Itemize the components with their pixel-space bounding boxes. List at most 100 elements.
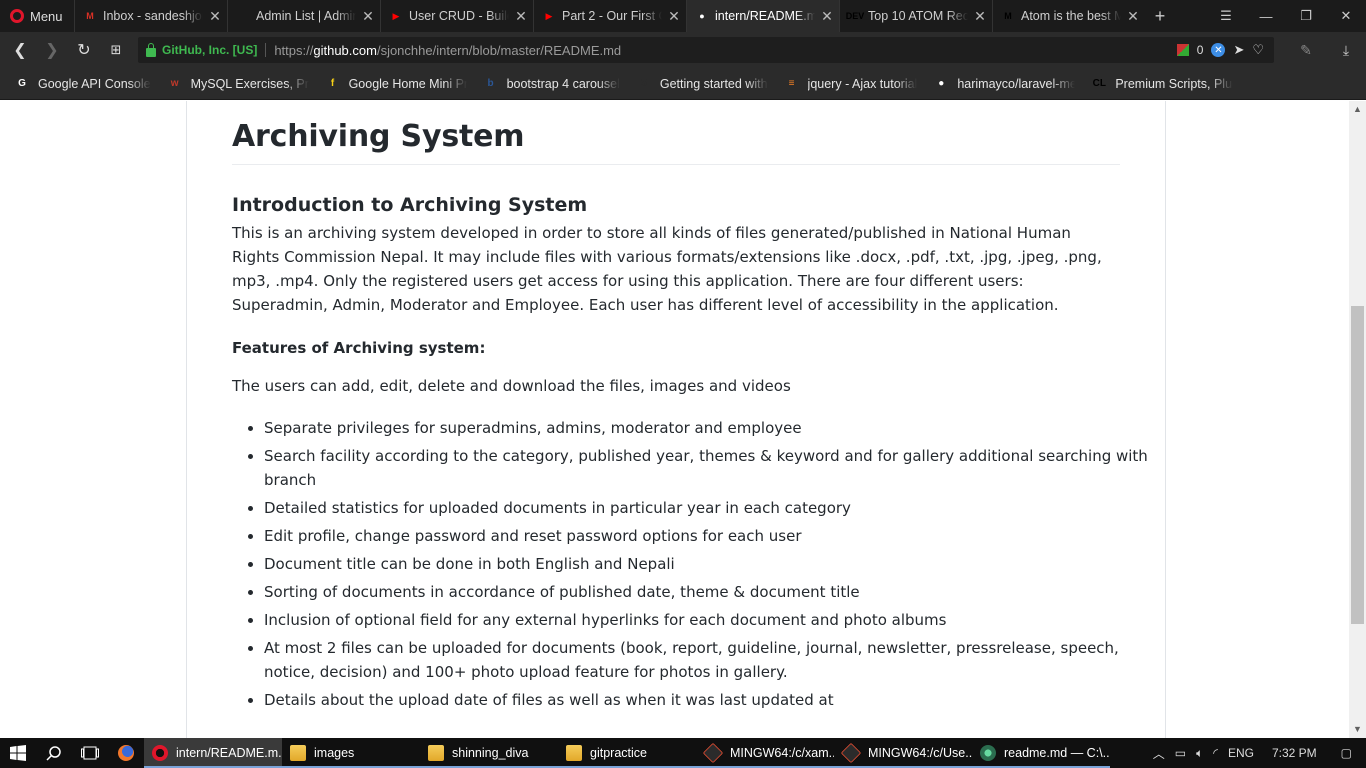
folder-icon <box>566 745 582 761</box>
show-hidden-icons-icon[interactable]: ︿ <box>1153 745 1165 762</box>
tab-strip: Menu M Inbox - sandeshjon ✕ Admin List | Ad… <box>0 0 1366 32</box>
taskbar-app[interactable]: shinning_diva <box>420 738 558 768</box>
browser-tab[interactable]: M Atom is the best M ✕ <box>992 0 1145 32</box>
url-host: github.com <box>313 42 377 58</box>
git-bash-icon <box>840 742 862 764</box>
browser-tab[interactable]: ● intern/README.md ✕ <box>686 0 839 32</box>
tab-title: User CRUD - Build <box>409 9 509 23</box>
adblock-icon[interactable]: ✕ <box>1211 43 1226 57</box>
send-icon[interactable]: ➤ <box>1233 42 1244 58</box>
restore-button[interactable]: ❐ <box>1286 0 1326 32</box>
reload-button[interactable]: ↻ <box>68 32 100 68</box>
youtube-icon: ▶ <box>392 10 400 21</box>
firefox-icon[interactable] <box>108 738 144 768</box>
speed-dial-icon[interactable]: ⊞ <box>100 32 132 68</box>
close-tab-icon[interactable]: ✕ <box>974 8 986 25</box>
readme-subtitle: Introduction to Archiving System <box>232 194 588 216</box>
notifications-icon[interactable]: ▢ <box>1341 746 1352 760</box>
browser-tab[interactable]: ▶ User CRUD - Build ✕ <box>380 0 533 32</box>
github-icon: ● <box>699 11 705 21</box>
feature-list-item: Detailed statistics for uploaded documen… <box>264 496 1152 520</box>
browser-tab[interactable]: M Inbox - sandeshjon ✕ <box>74 0 227 32</box>
five-icon: 5 <box>641 78 647 89</box>
opera-menu-button[interactable]: Menu <box>0 0 74 32</box>
scroll-up-arrow-icon[interactable]: ▲ <box>1349 101 1366 118</box>
certificate-label[interactable]: GitHub, Inc. [US] <box>162 43 267 57</box>
taskbar-app-label: MINGW64:/c/Use... <box>868 746 972 760</box>
bookmark-item[interactable]: ≡ jquery - Ajax tutorial <box>784 76 918 92</box>
bookmark-label: Google Home Mini Pr <box>348 76 467 91</box>
bookmark-item[interactable]: w MySQL Exercises, Pra <box>167 76 309 92</box>
folder-icon <box>290 745 306 761</box>
minimize-button[interactable]: — <box>1246 0 1286 32</box>
feature-list-item: At most 2 files can be uploaded for docu… <box>264 636 1152 684</box>
taskbar-app[interactable]: images <box>282 738 420 768</box>
readme-intro-paragraph: This is an archiving system developed in… <box>232 224 1102 314</box>
close-window-button[interactable]: ✕ <box>1326 0 1366 32</box>
feature-list-item: Search facility according to the categor… <box>264 444 1152 492</box>
close-tab-icon[interactable]: ✕ <box>821 8 833 25</box>
pen-icon[interactable]: ✎ <box>1286 42 1326 59</box>
taskbar-app[interactable]: intern/README.m... <box>144 738 282 768</box>
volume-icon[interactable]: 🔈︎ <box>1196 746 1203 761</box>
taskbar-app[interactable]: MINGW64:/c/Use... <box>834 738 972 768</box>
wifi-icon[interactable]: ◜ <box>1213 746 1218 760</box>
new-tab-button[interactable]: + <box>1145 6 1175 27</box>
system-tray: ︿ ▭ 🔈︎ ◜ ENG 7:32 PM ▢ <box>1153 745 1366 762</box>
document-icon <box>236 9 250 23</box>
browser-tab[interactable]: DEV Top 10 ATOM Reco ✕ <box>839 0 992 32</box>
github-icon: ● <box>938 78 945 89</box>
opera-logo-icon <box>10 9 24 23</box>
close-tab-icon[interactable]: ✕ <box>668 8 680 25</box>
clock[interactable]: 7:32 PM <box>1272 746 1317 760</box>
scrollbar-thumb[interactable] <box>1351 306 1364 624</box>
taskbar-app-label: shinning_diva <box>452 746 529 760</box>
feature-list-item: Details about the upload date of files a… <box>264 688 1152 712</box>
bookmark-item[interactable]: ● harimayco/laravel-me <box>933 76 1075 92</box>
power-icon[interactable]: ▭ <box>1175 746 1186 760</box>
bookmark-item[interactable]: b bootstrap 4 carousel <box>483 76 620 92</box>
medium-icon: M <box>1004 11 1012 21</box>
readme-container: Archiving System Introduction to Archivi… <box>186 101 1166 738</box>
download-icon[interactable]: ⤓ <box>1326 42 1366 59</box>
dev-icon: DEV <box>845 11 865 21</box>
bookmark-item[interactable]: f Google Home Mini Pr <box>325 76 467 92</box>
bookmark-item[interactable]: CL Premium Scripts, Plug <box>1091 76 1234 92</box>
taskbar-app[interactable]: readme.md — C:\... <box>972 738 1110 768</box>
heart-icon[interactable]: ♡ <box>1252 42 1264 58</box>
close-tab-icon[interactable]: ✕ <box>362 8 374 25</box>
browser-tab[interactable]: Admin List | Admin ✕ <box>227 0 380 32</box>
windows-start-icon[interactable] <box>0 738 36 768</box>
vertical-scrollbar[interactable]: ▲ ▼ <box>1349 101 1366 738</box>
atom-icon <box>980 745 996 761</box>
extension-cube-icon[interactable] <box>1176 44 1189 56</box>
close-tab-icon[interactable]: ✕ <box>515 8 527 25</box>
taskbar-app[interactable]: gitpractice <box>558 738 696 768</box>
search-icon[interactable] <box>36 738 72 768</box>
features-intro: The users can add, edit, delete and down… <box>232 377 791 395</box>
url-protocol: https:// <box>274 42 314 58</box>
feature-list-item: Sorting of documents in accordance of pu… <box>264 580 1152 604</box>
close-tab-icon[interactable]: ✕ <box>1127 8 1139 25</box>
windows-taskbar: intern/README.m... images shinning_diva git… <box>0 738 1366 768</box>
taskbar-app-label: images <box>314 746 355 760</box>
scroll-down-arrow-icon[interactable]: ▼ <box>1349 721 1366 738</box>
language-indicator[interactable]: ENG <box>1228 746 1254 760</box>
close-tab-icon[interactable]: ✕ <box>209 8 221 25</box>
lock-icon <box>146 42 156 57</box>
tab-menu-icon[interactable]: ☰ <box>1206 0 1246 32</box>
back-button[interactable]: ❮ <box>4 32 36 68</box>
address-field[interactable]: GitHub, Inc. [US] https:// github.com /s… <box>138 37 1274 63</box>
features-list: Separate privileges for superadmins, adm… <box>232 416 1152 716</box>
task-view-icon[interactable] <box>72 738 108 768</box>
forward-button[interactable]: ❯ <box>36 32 68 68</box>
bookmark-item[interactable]: 5 Getting started with <box>636 76 767 92</box>
bootstrap-icon: b <box>487 78 494 89</box>
opera-icon <box>152 745 168 761</box>
taskbar-app[interactable]: MINGW64:/c/xam... <box>696 738 834 768</box>
feature-list-item: Document title can be done in both Engli… <box>264 552 1152 576</box>
features-heading: Features of Archiving system: <box>232 339 486 357</box>
bookmark-item[interactable]: G Google API Console <box>14 76 150 92</box>
browser-tab[interactable]: ▶ Part 2 - Our First C ✕ <box>533 0 686 32</box>
tab-title: intern/README.md <box>715 9 815 23</box>
